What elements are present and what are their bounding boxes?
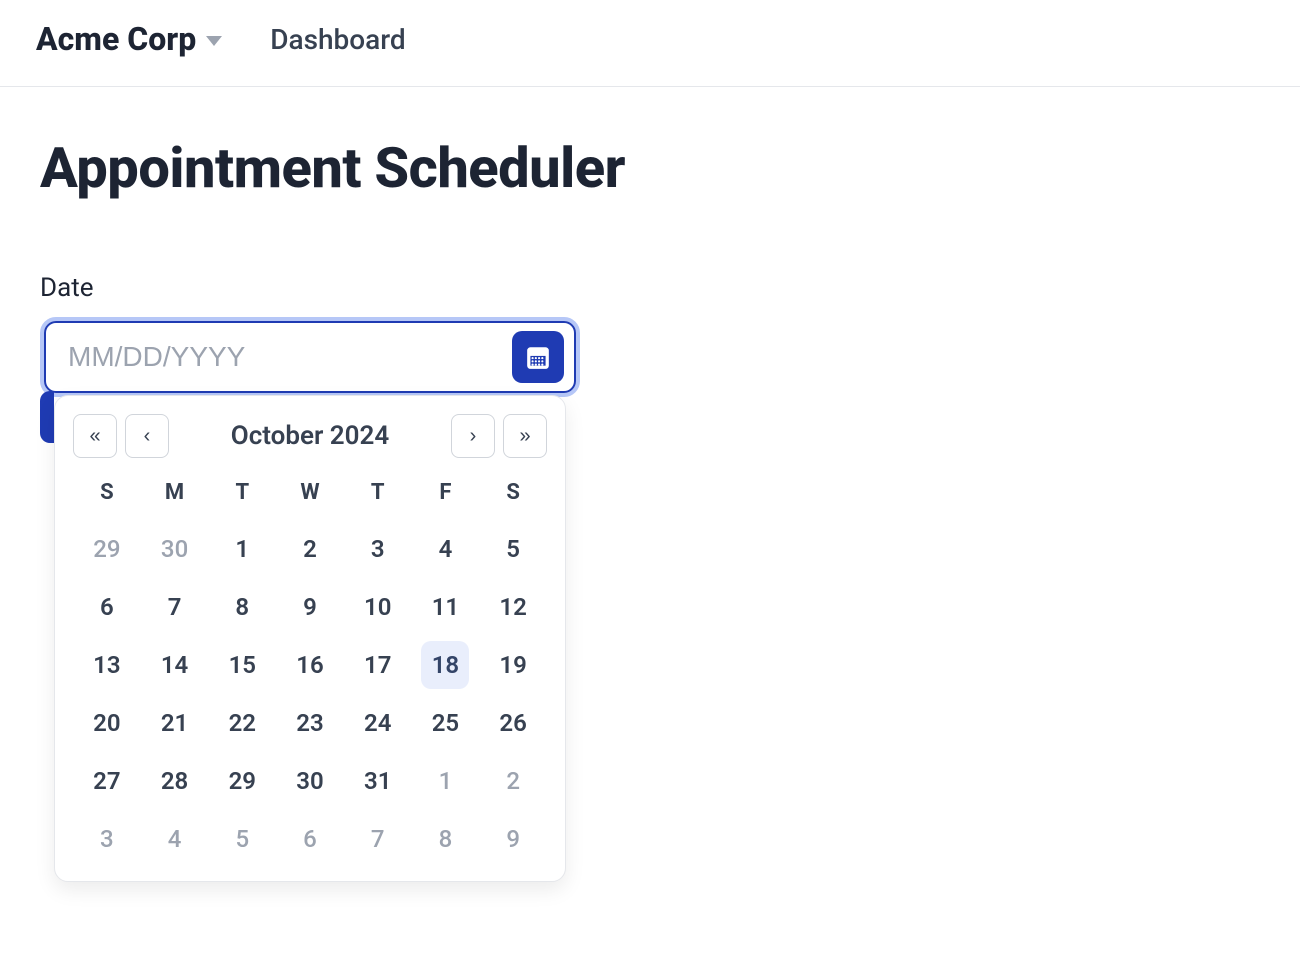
calendar-day-outside[interactable]: 30 bbox=[151, 525, 199, 573]
calendar-day-outside[interactable]: 7 bbox=[354, 815, 402, 863]
calendar-day[interactable]: 17 bbox=[354, 641, 402, 689]
org-name: Acme Corp bbox=[36, 20, 196, 58]
date-input[interactable] bbox=[68, 341, 502, 373]
calendar-day[interactable]: 29 bbox=[218, 757, 266, 805]
calendar-day[interactable]: 20 bbox=[83, 699, 131, 747]
calendar-dow-header: W bbox=[276, 474, 344, 515]
calendar-dow-header: T bbox=[208, 474, 276, 515]
calendar-day-outside[interactable]: 1 bbox=[421, 757, 469, 805]
calendar-day[interactable]: 15 bbox=[218, 641, 266, 689]
calendar-day-outside[interactable]: 2 bbox=[489, 757, 537, 805]
calendar-day[interactable]: 23 bbox=[286, 699, 334, 747]
date-input-wrapper bbox=[44, 321, 576, 393]
calendar-day[interactable]: 25 bbox=[421, 699, 469, 747]
calendar-day[interactable]: 1 bbox=[218, 525, 266, 573]
chevron-double-left-icon: « bbox=[89, 425, 100, 448]
calendar-day[interactable]: 31 bbox=[354, 757, 402, 805]
chevron-double-right-icon: » bbox=[519, 425, 530, 448]
calendar-prev-month-button[interactable]: ‹ bbox=[125, 414, 169, 458]
calendar-day-outside[interactable]: 4 bbox=[151, 815, 199, 863]
calendar-day[interactable]: 30 bbox=[286, 757, 334, 805]
calendar-day[interactable]: 7 bbox=[151, 583, 199, 631]
calendar-day[interactable]: 4 bbox=[421, 525, 469, 573]
calendar-day-outside[interactable]: 8 bbox=[421, 815, 469, 863]
calendar-day[interactable]: 10 bbox=[354, 583, 402, 631]
calendar-day[interactable]: 9 bbox=[286, 583, 334, 631]
calendar-day[interactable]: 24 bbox=[354, 699, 402, 747]
calendar-day[interactable]: 12 bbox=[489, 583, 537, 631]
calendar-day[interactable]: 27 bbox=[83, 757, 131, 805]
calendar-grid: SMTWTFS293012345678910111213141516171819… bbox=[73, 474, 547, 863]
caret-down-icon bbox=[206, 36, 222, 46]
calendar-nav-prev-group: « ‹ bbox=[73, 414, 169, 458]
calendar-month-label[interactable]: October 2024 bbox=[231, 421, 389, 451]
calendar-day[interactable]: 18 bbox=[421, 641, 469, 689]
calendar-day-outside[interactable]: 5 bbox=[218, 815, 266, 863]
calendar-day[interactable]: 3 bbox=[354, 525, 402, 573]
date-label: Date bbox=[40, 273, 580, 303]
calendar-day[interactable]: 5 bbox=[489, 525, 537, 573]
calendar-next-year-button[interactable]: » bbox=[503, 414, 547, 458]
date-input-focus-ring bbox=[40, 317, 580, 397]
calendar-day[interactable]: 16 bbox=[286, 641, 334, 689]
calendar-day[interactable]: 22 bbox=[218, 699, 266, 747]
calendar-day[interactable]: 19 bbox=[489, 641, 537, 689]
calendar-day[interactable]: 8 bbox=[218, 583, 266, 631]
calendar-day-outside[interactable]: 29 bbox=[83, 525, 131, 573]
calendar-toggle-button[interactable] bbox=[512, 331, 564, 383]
calendar-day[interactable]: 11 bbox=[421, 583, 469, 631]
page-title: Appointment Scheduler bbox=[40, 135, 1260, 201]
calendar-day[interactable]: 14 bbox=[151, 641, 199, 689]
calendar-prev-year-button[interactable]: « bbox=[73, 414, 117, 458]
calendar-icon bbox=[525, 344, 551, 370]
obscured-button[interactable] bbox=[40, 391, 54, 443]
calendar-dow-header: T bbox=[344, 474, 412, 515]
calendar-dow-header: S bbox=[73, 474, 141, 515]
top-header: Acme Corp Dashboard bbox=[0, 0, 1300, 87]
date-field: Date bbox=[40, 273, 580, 397]
chevron-left-icon: ‹ bbox=[144, 425, 151, 448]
calendar-day-outside[interactable]: 3 bbox=[83, 815, 131, 863]
calendar-dow-header: F bbox=[412, 474, 480, 515]
chevron-right-icon: › bbox=[470, 425, 477, 448]
calendar-day[interactable]: 21 bbox=[151, 699, 199, 747]
calendar-dow-header: M bbox=[141, 474, 209, 515]
calendar-day-outside[interactable]: 9 bbox=[489, 815, 537, 863]
calendar-day[interactable]: 26 bbox=[489, 699, 537, 747]
calendar-header: « ‹ October 2024 › » bbox=[73, 414, 547, 458]
calendar-popover: « ‹ October 2024 › » SMTWTFS29301234567 bbox=[54, 395, 566, 882]
calendar-day-outside[interactable]: 6 bbox=[286, 815, 334, 863]
calendar-next-month-button[interactable]: › bbox=[451, 414, 495, 458]
calendar-dow-header: S bbox=[479, 474, 547, 515]
calendar-day[interactable]: 2 bbox=[286, 525, 334, 573]
calendar-day[interactable]: 6 bbox=[83, 583, 131, 631]
main-content: Appointment Scheduler Date bbox=[0, 87, 1300, 445]
calendar-day[interactable]: 13 bbox=[83, 641, 131, 689]
calendar-day[interactable]: 28 bbox=[151, 757, 199, 805]
nav-dashboard[interactable]: Dashboard bbox=[270, 23, 405, 56]
calendar-nav-next-group: › » bbox=[451, 414, 547, 458]
org-selector[interactable]: Acme Corp bbox=[36, 20, 222, 58]
